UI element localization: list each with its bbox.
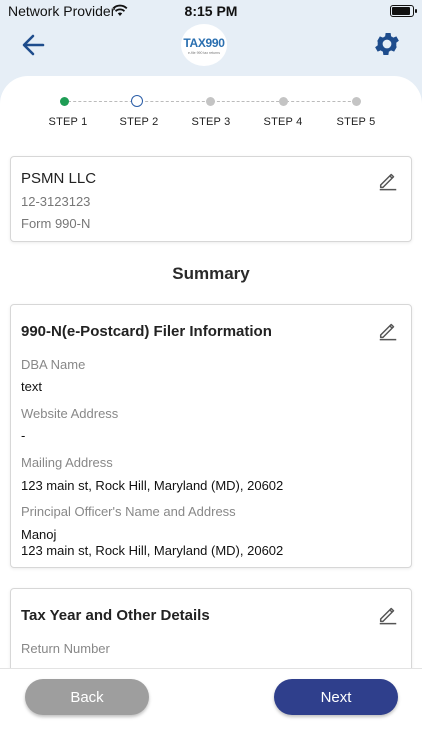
step-connector bbox=[286, 101, 356, 102]
progress-stepper: STEP 1 STEP 2 STEP 3 STEP 4 STEP 5 bbox=[0, 76, 422, 146]
website-address-label: Website Address bbox=[21, 406, 119, 421]
back-arrow-icon[interactable] bbox=[18, 30, 48, 60]
next-button[interactable]: Next bbox=[274, 679, 398, 715]
organization-card: PSMN LLC 12-3123123 Form 990-N bbox=[10, 156, 412, 242]
filer-information-card: 990-N(e-Postcard) Filer Information DBA … bbox=[10, 304, 412, 568]
status-bar: Network Provider 8:15 PM bbox=[0, 0, 422, 22]
logo-text: TAX990 bbox=[183, 35, 225, 50]
principal-officer-label: Principal Officer's Name and Address bbox=[21, 504, 236, 519]
website-address-value: - bbox=[21, 428, 26, 443]
edit-organization-icon[interactable] bbox=[377, 169, 399, 191]
organization-form: Form 990-N bbox=[21, 216, 91, 231]
return-number-label: Return Number bbox=[21, 641, 110, 656]
step-4-dot bbox=[279, 97, 288, 106]
principal-officer-name: Manoj bbox=[21, 527, 57, 542]
battery-icon bbox=[390, 5, 417, 17]
step-3-label: STEP 3 bbox=[191, 116, 231, 128]
step-connector bbox=[68, 101, 138, 102]
step-2-label: STEP 2 bbox=[119, 116, 159, 128]
step-5-dot bbox=[352, 97, 361, 106]
step-5-label: STEP 5 bbox=[336, 116, 376, 128]
app-logo: TAX990 e-file 990 tax returns bbox=[181, 24, 227, 66]
logo-tagline: e-file 990 tax returns bbox=[188, 50, 220, 55]
step-connector bbox=[212, 101, 284, 102]
summary-title: Summary bbox=[172, 264, 250, 283]
dba-name-value: text bbox=[21, 379, 42, 394]
edit-filer-information-icon[interactable] bbox=[377, 319, 399, 341]
tax-year-details-title: Tax Year and Other Details bbox=[21, 607, 210, 624]
mailing-address-label: Mailing Address bbox=[21, 455, 113, 470]
step-2-dot bbox=[131, 95, 143, 107]
step-4-label: STEP 4 bbox=[263, 116, 303, 128]
status-time: 8:15 PM bbox=[184, 3, 238, 19]
main-content: STEP 1 STEP 2 STEP 3 STEP 4 STEP 5 PSMN … bbox=[0, 76, 422, 668]
organization-ein: 12-3123123 bbox=[21, 194, 91, 209]
mailing-address-value: 123 main st, Rock Hill, Maryland (MD), 2… bbox=[21, 478, 284, 493]
step-3-dot bbox=[206, 97, 215, 106]
filer-information-title: 990-N(e-Postcard) Filer Information bbox=[21, 323, 272, 340]
organization-name: PSMN LLC bbox=[21, 170, 97, 187]
app-header: TAX990 e-file 990 tax returns bbox=[0, 22, 422, 78]
step-1-dot bbox=[60, 97, 69, 106]
edit-tax-details-icon[interactable] bbox=[377, 603, 399, 625]
step-connector bbox=[140, 101, 210, 102]
step-1-label: STEP 1 bbox=[48, 116, 88, 128]
back-button[interactable]: Back bbox=[25, 679, 149, 715]
bottom-action-bar: Back Next bbox=[0, 668, 422, 750]
tax-year-details-card: Tax Year and Other Details Return Number bbox=[10, 588, 412, 668]
principal-officer-address: 123 main st, Rock Hill, Maryland (MD), 2… bbox=[21, 543, 284, 558]
gear-icon[interactable] bbox=[372, 29, 402, 59]
dba-name-label: DBA Name bbox=[21, 357, 86, 372]
